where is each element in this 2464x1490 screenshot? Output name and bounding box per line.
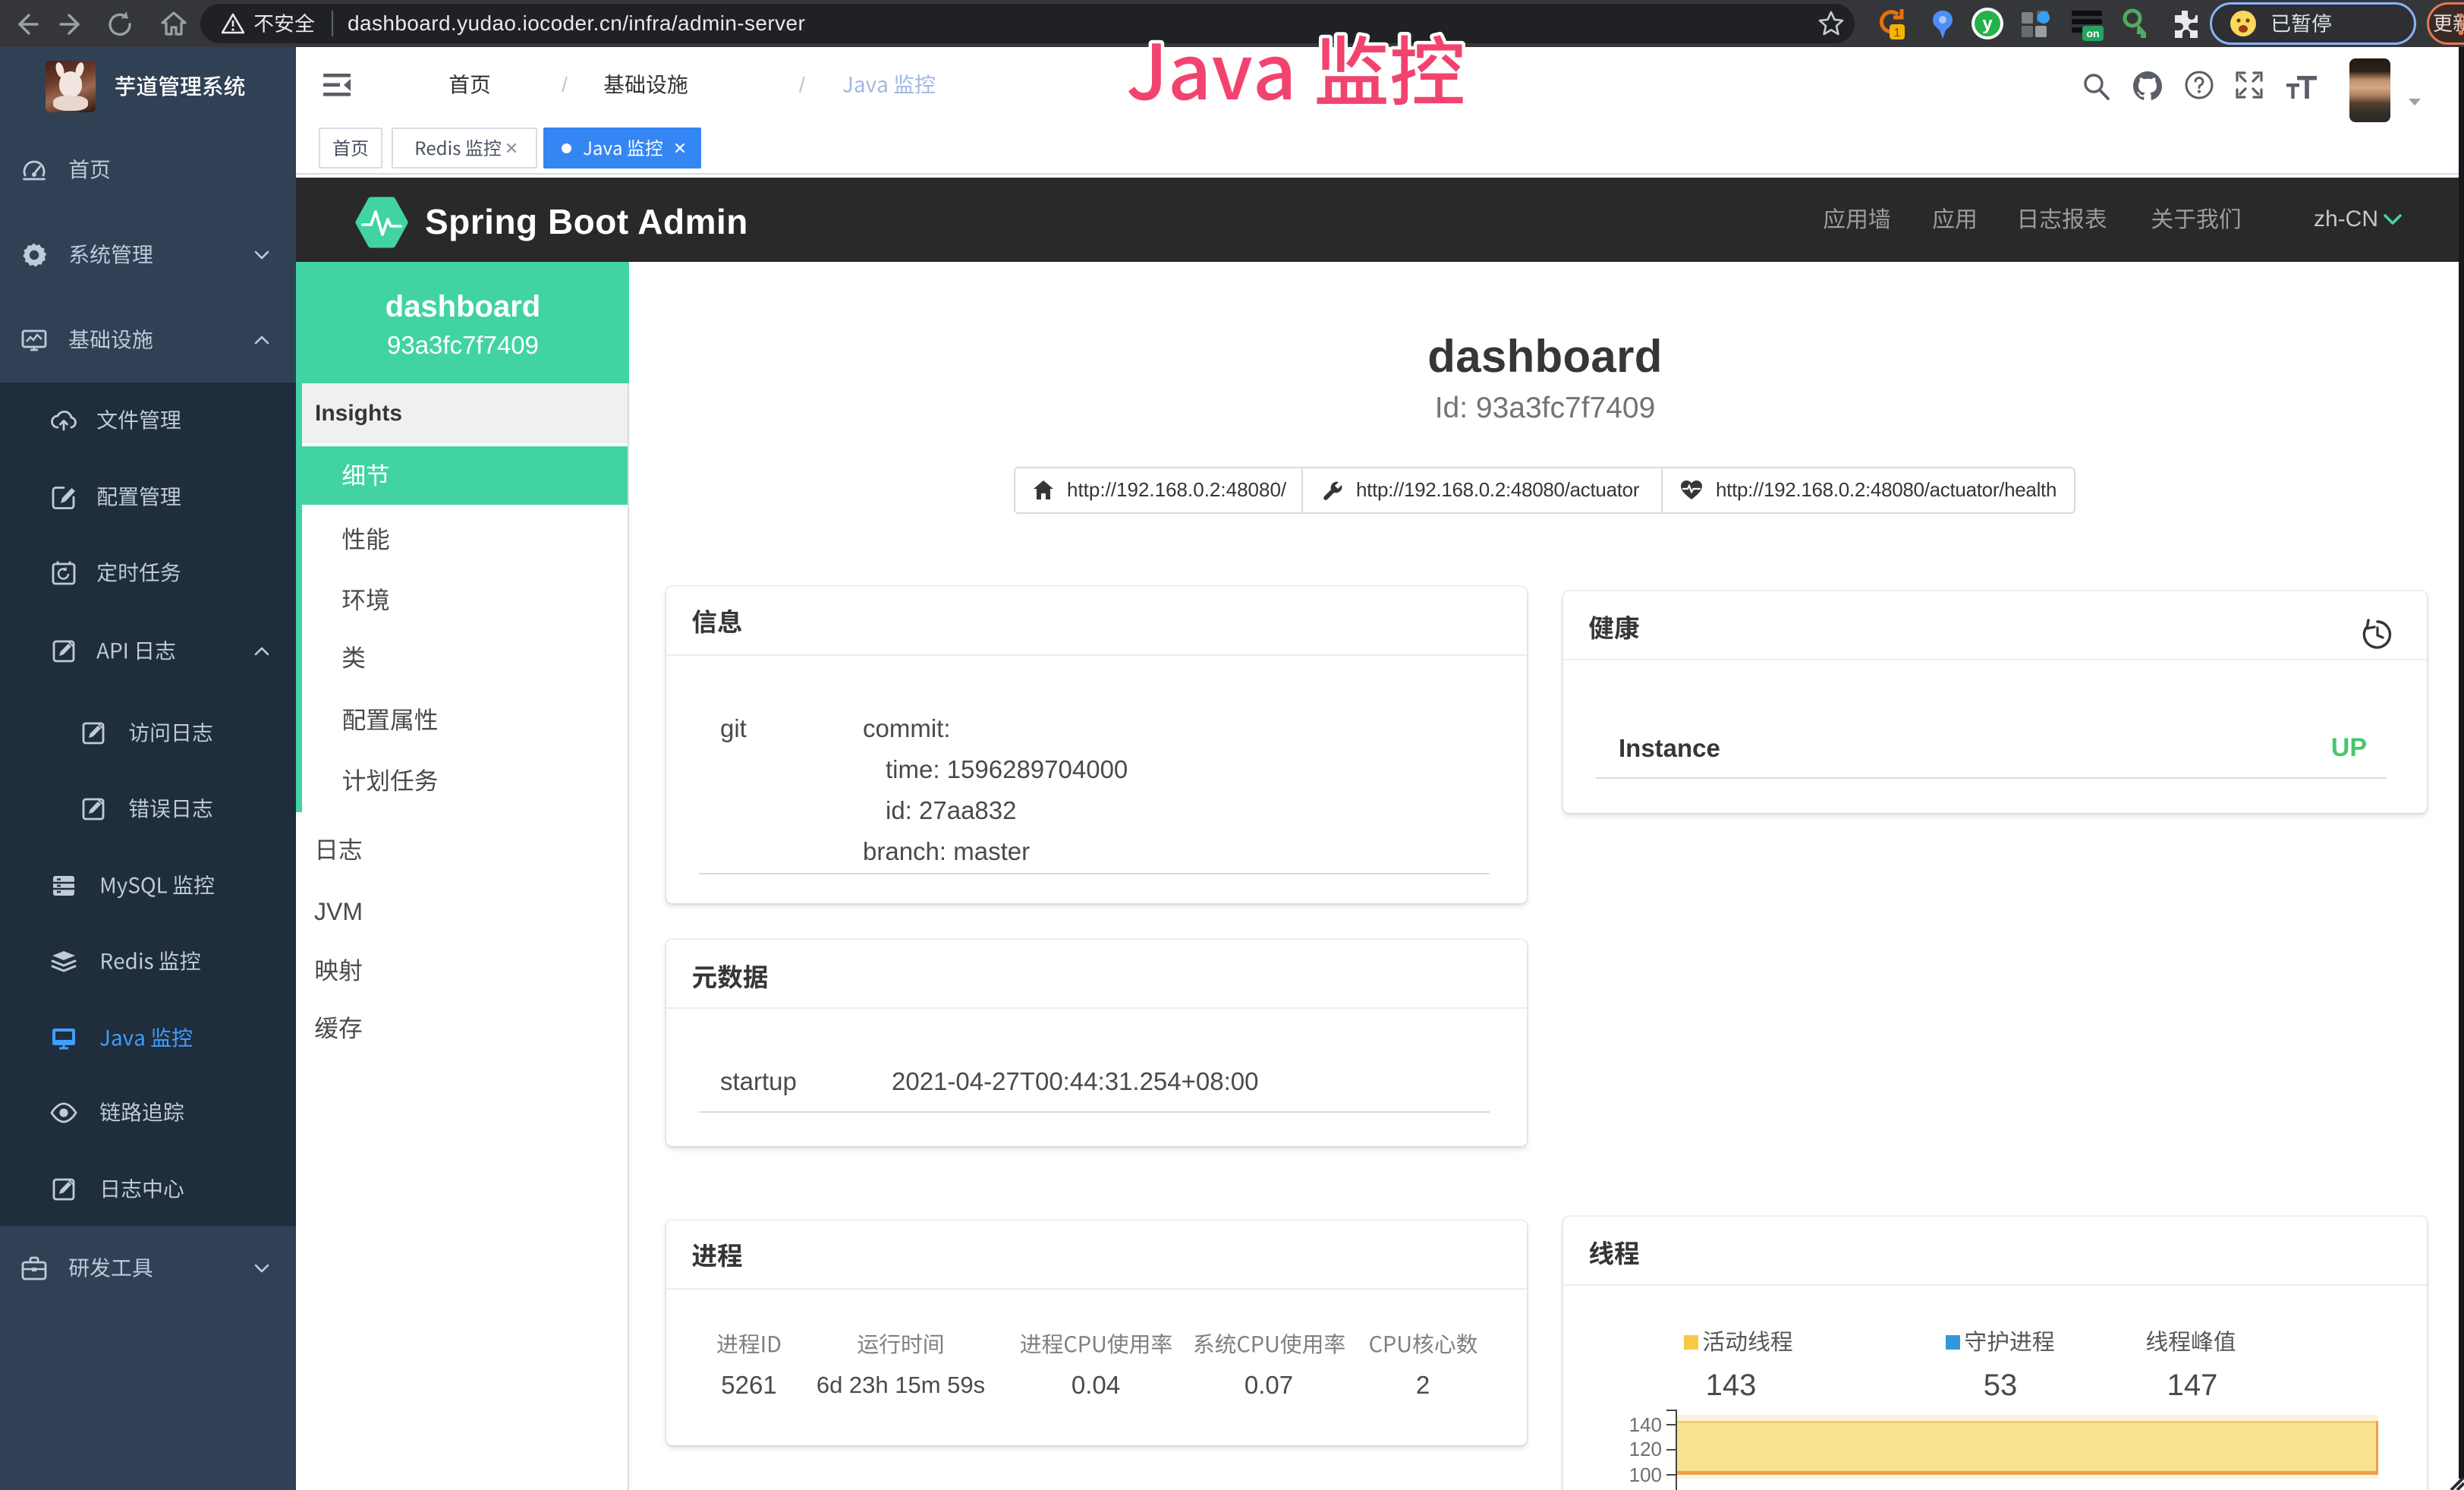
svg-text:y: y <box>1982 14 1993 34</box>
svg-text:1: 1 <box>1894 27 1901 39</box>
svg-text:on: on <box>2086 27 2099 39</box>
